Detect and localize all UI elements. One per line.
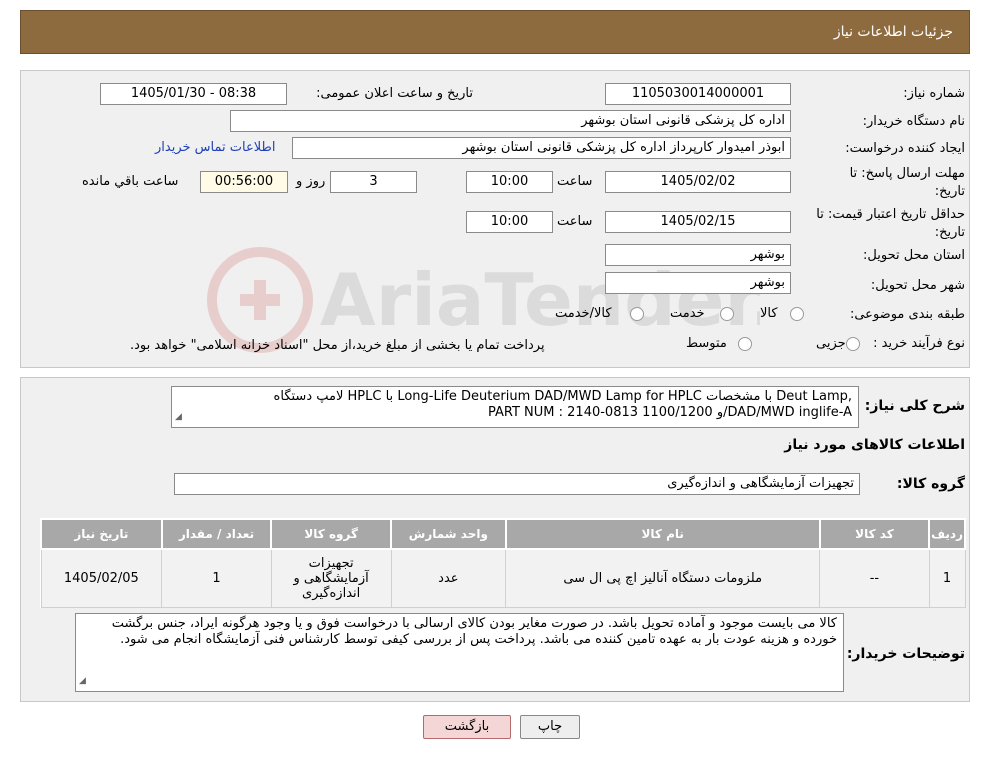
- days-label: روز و: [296, 174, 326, 189]
- category-service-radio[interactable]: [720, 307, 734, 321]
- city-label: شهر محل تحویل:: [870, 278, 965, 293]
- category-label: طبقه بندی موضوعی:: [849, 307, 965, 322]
- summary-line-2: PART NUM : 2140-0813 و 1100/1200/DAD/MWD…: [488, 405, 852, 420]
- buyer-notes-textarea[interactable]: کالا می بایست موجود و آماده تحویل باشد. …: [75, 613, 844, 692]
- back-button[interactable]: بازگشت: [423, 715, 511, 739]
- resize-grip-icon[interactable]: ◢: [79, 673, 86, 689]
- purchase-type-label: نوع فرآیند خرید :: [873, 336, 965, 351]
- page-title: جزئیات اطلاعات نیاز: [833, 24, 953, 40]
- remaining-time-field: 00:56:00: [200, 171, 288, 193]
- buyer-org-label: نام دستگاه خریدار:: [862, 114, 965, 129]
- group-field: تجهیزات آزمایشگاهی و اندازه‌گیری: [174, 473, 860, 495]
- requester-label: ایجاد کننده درخواست:: [845, 141, 965, 156]
- summary-label: شرح کلی نیاز:: [864, 398, 965, 414]
- need-number-field: 1105030014000001: [605, 83, 791, 105]
- remaining-label: ساعت باقي مانده: [82, 174, 179, 189]
- requester-field: ابوذر امیدوار کارپرداز اداره کل پزشکی قا…: [292, 137, 791, 159]
- category-service-label: خدمت: [670, 306, 705, 321]
- summary-line-1: لامپ دستگاه HPLC با Long-Life Deuterium …: [273, 389, 852, 404]
- buyer-notes-text: کالا می بایست موجود و آماده تحویل باشد. …: [111, 616, 837, 647]
- col-row: ردیف: [928, 518, 966, 550]
- buyer-org-field: اداره کل پزشکی قانونی استان بوشهر: [230, 110, 791, 132]
- province-field: بوشهر: [605, 244, 791, 266]
- category-goods-label: کالا: [760, 306, 778, 321]
- validity-date-field: 1405/02/15: [605, 211, 791, 233]
- cell-code: --: [819, 548, 930, 608]
- cell-unit: عدد: [390, 548, 507, 608]
- validity-label: حداقل تاریخ اعتبار قیمت: تا: [816, 207, 965, 222]
- purchase-medium-label: متوسط: [686, 336, 727, 351]
- validity-label-2: تاریخ:: [934, 225, 965, 240]
- announce-label: تاریخ و ساعت اعلان عمومی:: [316, 86, 473, 101]
- purchase-partial-radio[interactable]: [846, 337, 860, 351]
- print-button[interactable]: چاپ: [520, 715, 580, 739]
- category-goods-radio[interactable]: [790, 307, 804, 321]
- cell-date: 1405/02/05: [40, 548, 163, 608]
- category-both-radio[interactable]: [630, 307, 644, 321]
- buyer-notes-label: توضیحات خریدار:: [846, 646, 965, 662]
- col-qty: تعداد / مقدار: [160, 518, 273, 550]
- purchase-medium-radio[interactable]: [738, 337, 752, 351]
- summary-textarea[interactable]: لامپ دستگاه HPLC با Long-Life Deuterium …: [171, 386, 859, 428]
- validity-time-label: ساعت: [557, 214, 593, 229]
- validity-time-field: 10:00: [466, 211, 553, 233]
- page-header: جزئیات اطلاعات نیاز: [20, 10, 970, 54]
- col-group: گروه کالا: [270, 518, 393, 550]
- cell-group: تجهیزات آزمایشگاهی و اندازه‌گیری: [270, 548, 392, 608]
- group-label: گروه کالا:: [896, 476, 965, 492]
- need-number-label: شماره نیاز:: [903, 86, 965, 101]
- col-unit: واحد شمارش: [390, 518, 507, 550]
- category-both-label: کالا/خدمت: [555, 306, 612, 321]
- purchase-partial-label: جزیی: [816, 336, 846, 351]
- resize-grip-icon[interactable]: ◢: [175, 409, 182, 425]
- days-field: 3: [330, 171, 417, 193]
- purchase-note: پرداخت تمام یا بخشی از مبلغ خرید،از محل …: [130, 338, 545, 353]
- col-date: تاریخ نیاز: [40, 518, 163, 550]
- table-header-row: ردیف کد کالا نام کالا واحد شمارش گروه کا…: [40, 518, 966, 550]
- deadline-time-label: ساعت: [557, 174, 593, 189]
- table-row: 1 -- ملزومات دستگاه آنالیز اچ پی ال سی ع…: [40, 548, 966, 608]
- deadline-time-field: 10:00: [466, 171, 553, 193]
- cell-name: ملزومات دستگاه آنالیز اچ پی ال سی: [505, 548, 821, 608]
- announce-field: 1405/01/30 - 08:38: [100, 83, 287, 105]
- items-table: ردیف کد کالا نام کالا واحد شمارش گروه کا…: [40, 518, 966, 608]
- deadline-date-field: 1405/02/02: [605, 171, 791, 193]
- province-label: استان محل تحویل:: [863, 248, 965, 263]
- deadline-label-2: تاریخ:: [934, 184, 965, 199]
- city-field: بوشهر: [605, 272, 791, 294]
- buyer-contact-link[interactable]: اطلاعات تماس خریدار: [155, 140, 275, 155]
- items-heading: اطلاعات کالاهای مورد نیاز: [784, 437, 965, 453]
- cell-row: 1: [928, 548, 966, 608]
- col-name: نام کالا: [504, 518, 821, 550]
- deadline-label: مهلت ارسال پاسخ: تا: [849, 166, 965, 181]
- cell-qty: 1: [161, 548, 272, 608]
- col-code: کد کالا: [818, 518, 931, 550]
